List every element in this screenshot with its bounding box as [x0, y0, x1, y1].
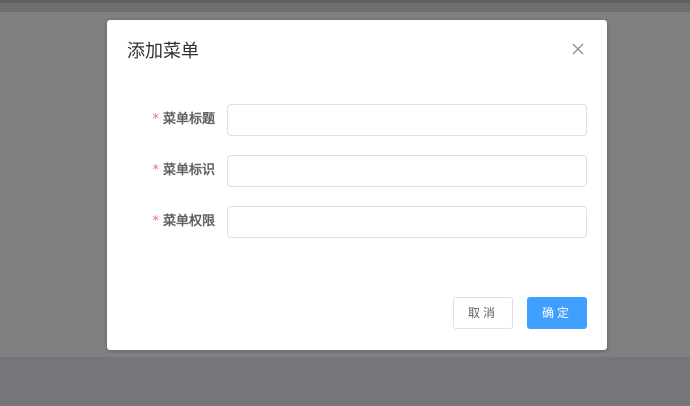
menu-permission-input[interactable] — [227, 206, 587, 238]
confirm-button[interactable]: 确定 — [527, 297, 587, 329]
menu-key-label: * 菜单标识 — [107, 155, 215, 187]
menu-key-input[interactable] — [227, 155, 587, 187]
form-row-menu-permission: * 菜单权限 — [107, 206, 607, 238]
add-menu-dialog: 添加菜单 * 菜单标题 * 菜单标识 * 菜单权限 取消 确定 — [107, 20, 607, 350]
dialog-title: 添加菜单 — [127, 41, 199, 62]
required-mark: * — [152, 214, 159, 229]
form-row-menu-key: * 菜单标识 — [107, 155, 607, 187]
form-row-menu-title: * 菜单标题 — [107, 104, 607, 136]
menu-title-label-text: 菜单标题 — [162, 112, 215, 127]
background-bottom-area — [0, 357, 690, 406]
required-mark: * — [152, 163, 159, 178]
cancel-button[interactable]: 取消 — [453, 297, 513, 329]
close-icon[interactable] — [569, 40, 587, 58]
menu-permission-label: * 菜单权限 — [107, 206, 215, 238]
menu-title-label: * 菜单标题 — [107, 104, 215, 136]
menu-permission-label-text: 菜单权限 — [162, 214, 215, 229]
background-top-bar — [0, 0, 690, 12]
menu-title-input[interactable] — [227, 104, 587, 136]
required-mark: * — [152, 112, 159, 127]
menu-key-label-text: 菜单标识 — [162, 163, 215, 178]
background-top-line — [0, 0, 690, 3]
